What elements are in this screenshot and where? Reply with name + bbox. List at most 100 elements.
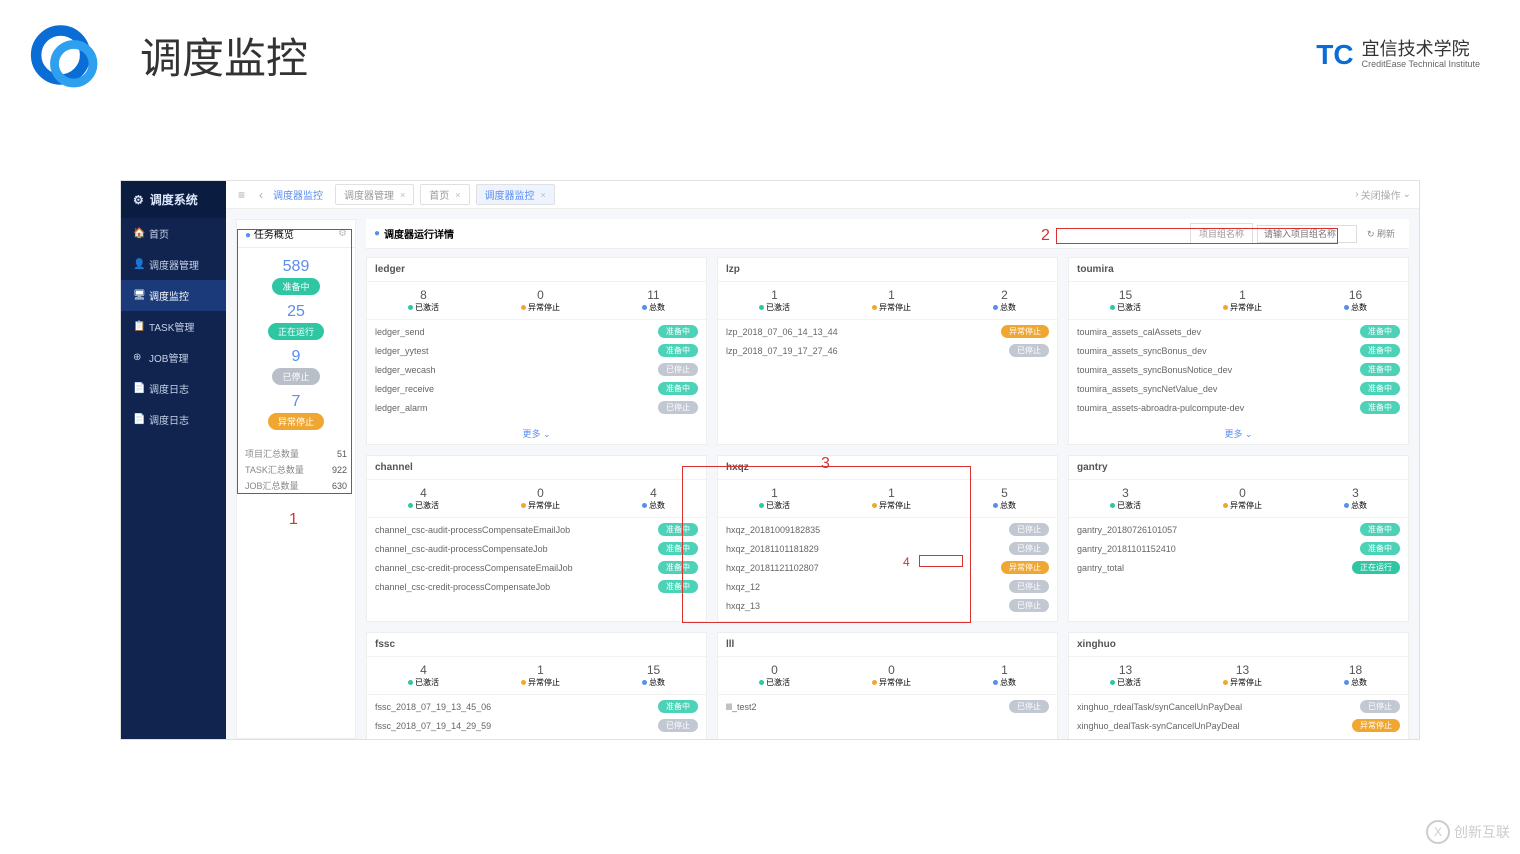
task-row[interactable]: hxqz_13已停止 (726, 596, 1049, 615)
more-link[interactable]: 更多 ⌄ (1069, 423, 1408, 444)
annotation-4: 4 (903, 555, 910, 569)
task-row[interactable]: ledger_send准备中 (375, 322, 698, 341)
sidebar-item[interactable]: 🖥调度监控 (121, 280, 226, 311)
overview-total-row: TASK汇总数量922 (245, 462, 347, 478)
status-pill: 准备中 (1360, 401, 1400, 414)
project-card: channel 4已激活 0异常停止 4总数 channel_csc-audit… (366, 455, 707, 622)
annotation-2: 2 (1041, 227, 1050, 245)
task-row[interactable]: fssc_2018_07_19_13_45_06准备中 (375, 697, 698, 716)
status-pill: 已停止 (1009, 580, 1049, 593)
card-stats: 4已激活 0异常停止 4总数 (367, 480, 706, 518)
task-row[interactable]: xinghuo_dealTask-synCancelUnPayDeal异常停止 (1077, 716, 1400, 735)
status-pill: 已停止 (1009, 700, 1049, 713)
status-pill: 准备中 (1360, 523, 1400, 536)
refresh-button[interactable]: ↻ 刷新 (1361, 224, 1401, 243)
task-row[interactable]: hxqz_20181121102807异常停止 (726, 558, 1049, 577)
task-row[interactable]: channel_csc-credit-processCompensateJob准… (375, 577, 698, 596)
search-label: 项目组名称 (1190, 223, 1253, 244)
close-icon[interactable]: × (541, 190, 546, 200)
tab[interactable]: 首页× (420, 184, 469, 205)
task-row[interactable]: ledger_alarm已停止 (375, 398, 698, 417)
task-row[interactable]: ledger_receive准备中 (375, 379, 698, 398)
topbar: ≡ ‹ 调度器监控 调度器管理× 首页× 调度器监控× › 关闭操作 ⌄ (226, 181, 1419, 209)
task-row[interactable]: gantry_total正在运行 (1077, 558, 1400, 577)
collapse-icon[interactable]: ≡ (234, 188, 249, 202)
project-card: hxqz 1已激活 1异常停止 5总数 hxqz_20181009182835已… (717, 455, 1058, 622)
task-row[interactable]: toumira_assets_calAssets_dev准备中 (1077, 322, 1400, 341)
back-icon[interactable]: ‹ (255, 188, 267, 202)
sidebar-item[interactable]: 🏠首页 (121, 218, 226, 249)
project-card: gantry 3已激活 0异常停止 3总数 gantry_20180726101… (1068, 455, 1409, 622)
task-row[interactable]: fssc_2018_07_19_14_29_59已停止 (375, 716, 698, 735)
brand-logo: TC 宜信技术学院 CreditEase Technical Institute (1316, 39, 1480, 71)
close-ops-dropdown[interactable]: › 关闭操作 ⌄ (1355, 187, 1411, 202)
task-row[interactable]: hxqz_20181101181829已停止 (726, 539, 1049, 558)
task-row[interactable]: lzp_2018_07_19_17_27_46已停止 (726, 341, 1049, 360)
task-overview-panel: ● 任务概览 ⚙ 589准备中25正在运行9已停止7异常停止 项目汇总数量51T… (236, 219, 356, 739)
card-title: gantry (1069, 456, 1408, 480)
task-row[interactable]: toumira_assets_syncNetValue_dev准备中 (1077, 379, 1400, 398)
project-card: lzp 1已激活 1异常停止 2总数 lzp_2018_07_06_14_13_… (717, 257, 1058, 445)
task-row[interactable]: toumira_assets-abroadra-pulcompute-dev准备… (1077, 398, 1400, 417)
sidebar-item[interactable]: 📄调度日志 (121, 404, 226, 435)
tab[interactable]: 调度器监控× (476, 184, 555, 205)
breadcrumb[interactable]: 调度器监控 (273, 187, 323, 202)
status-pill: 准备中 (658, 325, 698, 338)
card-title: channel (367, 456, 706, 480)
task-row[interactable]: xinghuo_rdealTask/synCancelUnPayDeal已停止 (1077, 697, 1400, 716)
task-row[interactable]: channel_csc-credit-processCompensateEmai… (375, 558, 698, 577)
card-stats: 1已激活 1异常停止 2总数 (718, 282, 1057, 320)
status-pill: 已停止 (1009, 542, 1049, 555)
task-row[interactable]: gantry_20180726101057准备中 (1077, 520, 1400, 539)
close-icon[interactable]: × (400, 190, 405, 200)
overview-header: ● 任务概览 ⚙ (237, 220, 355, 248)
task-row[interactable]: ledger_wecash已停止 (375, 360, 698, 379)
status-pill: 准备中 (1360, 344, 1400, 357)
slide-header: 调度监控 TC 宜信技术学院 CreditEase Technical Inst… (0, 0, 1520, 100)
status-pill: 准备中 (658, 580, 698, 593)
project-card: lll 0已激活 0异常停止 1总数 lll_test2已停止 (717, 632, 1058, 740)
sidebar-item[interactable]: 📋TASK管理 (121, 311, 226, 342)
nav-icon: 📄 (133, 414, 143, 425)
task-row[interactable]: hxqz_12已停止 (726, 577, 1049, 596)
annotation-3: 3 (821, 455, 830, 473)
task-row[interactable]: lzp_2018_07_06_14_13_44异常停止 (726, 322, 1049, 341)
search-bar: 项目组名称 ↻ 刷新 (1190, 223, 1401, 244)
overview-stat: 589准备中 (243, 254, 349, 299)
card-title: toumira (1069, 258, 1408, 282)
nav-icon: 📋 (133, 321, 143, 332)
card-stats: 1已激活 1异常停止 5总数 (718, 480, 1057, 518)
task-row[interactable]: ledger_yytest准备中 (375, 341, 698, 360)
brand-en: CreditEase Technical Institute (1362, 60, 1480, 70)
task-row[interactable]: hxqz_20181009182835已停止 (726, 520, 1049, 539)
task-row[interactable]: channel_csc-audit-processCompensateEmail… (375, 520, 698, 539)
card-title: hxqz (718, 456, 1057, 480)
task-row[interactable]: channel_csc-audit-processCompensateJob准备… (375, 539, 698, 558)
task-row[interactable]: gantry_20181101152410准备中 (1077, 539, 1400, 558)
gear-icon[interactable]: ⚙ (338, 228, 347, 239)
chevron-right-icon: › (1355, 189, 1358, 200)
card-stats: 8已激活 0异常停止 11总数 (367, 282, 706, 320)
project-card: fssc 4已激活 1异常停止 15总数 fssc_2018_07_19_13_… (366, 632, 707, 740)
status-pill: 已停止 (1009, 344, 1049, 357)
card-title: lzp (718, 258, 1057, 282)
sidebar-item[interactable]: 👤调度器管理 (121, 249, 226, 280)
sidebar-item[interactable]: 📄调度日志 (121, 373, 226, 404)
task-row[interactable]: toumira_assets_syncBonusNotice_dev准备中 (1077, 360, 1400, 379)
status-pill: 异常停止 (1001, 561, 1049, 574)
slide-title: 调度监控 (140, 25, 308, 86)
sidebar-item[interactable]: ⊕JOB管理 (121, 342, 226, 373)
task-row[interactable]: toumira_assets_syncBonus_dev准备中 (1077, 341, 1400, 360)
status-pill: 准备中 (658, 523, 698, 536)
task-row[interactable]: lll_test2已停止 (726, 697, 1049, 716)
close-icon[interactable]: × (455, 190, 460, 200)
search-input[interactable] (1257, 225, 1357, 243)
tab[interactable]: 调度器管理× (335, 184, 414, 205)
status-pill: 准备中 (658, 382, 698, 395)
status-pill: 已停止 (1360, 700, 1400, 713)
details-header: ● 调度器运行详情 项目组名称 ↻ 刷新 (366, 219, 1409, 249)
status-pill: 准备中 (1360, 382, 1400, 395)
more-link[interactable]: 更多 ⌄ (367, 423, 706, 444)
status-badge: 异常停止 (268, 413, 324, 430)
logo-icon (20, 20, 110, 90)
